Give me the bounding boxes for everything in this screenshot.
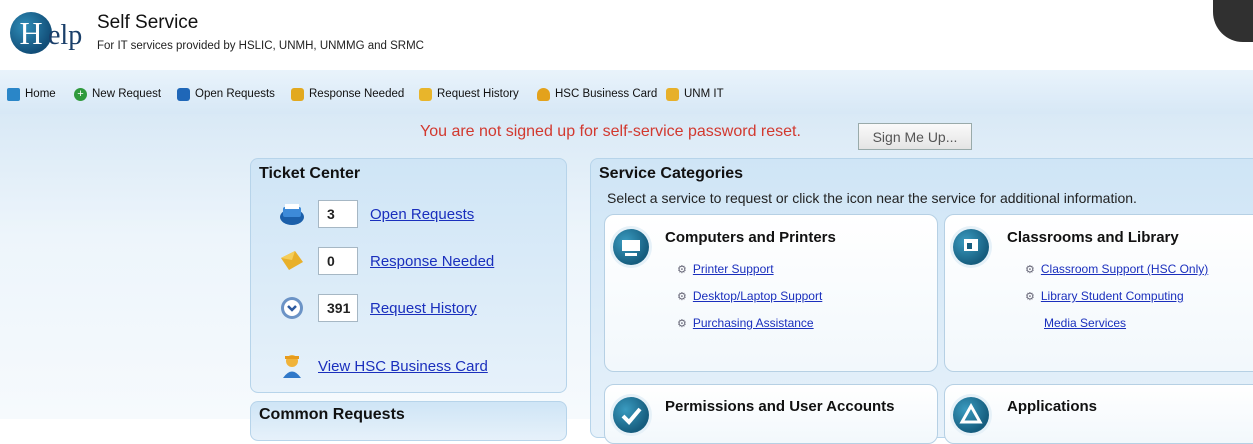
card-title: Permissions and User Accounts — [665, 398, 895, 415]
service-info-icon[interactable]: ⚙ — [677, 317, 687, 330]
service-link[interactable]: Classroom Support (HSC Only) — [1041, 262, 1208, 276]
nav-label: UNM IT — [684, 88, 724, 100]
service-item: ⚙ Classroom Support (HSC Only) — [1025, 262, 1208, 276]
service-item: ⚙ Printer Support — [677, 262, 774, 276]
service-item: Media Services — [1044, 316, 1126, 330]
card-title: Applications — [1007, 398, 1098, 415]
plus-circle-icon: + — [74, 87, 87, 101]
service-info-icon[interactable]: ⚙ — [677, 263, 687, 276]
nav-label: Request History — [437, 88, 519, 100]
person-icon — [537, 87, 550, 101]
folder-icon — [419, 87, 432, 101]
clock-icon — [281, 297, 303, 319]
inbox-icon — [280, 204, 304, 225]
view-business-card-link[interactable]: View HSC Business Card — [318, 358, 488, 375]
envelope-icon — [281, 251, 303, 270]
nav-new-request[interactable]: + New Request — [74, 86, 161, 102]
nav-label: Home — [25, 88, 56, 100]
logo-circle: H — [10, 12, 52, 54]
nav-open-requests[interactable]: Open Requests — [177, 86, 275, 102]
category-card-applications: Applications — [944, 384, 1253, 444]
header: H elp Self Service For IT services provi… — [0, 0, 1253, 68]
open-requests-link[interactable]: Open Requests — [370, 206, 474, 223]
nav-request-history[interactable]: Request History — [419, 86, 519, 102]
open-requests-count: 3 — [318, 200, 358, 228]
nav-label: New Request — [92, 88, 162, 100]
category-card-permissions: Permissions and User Accounts — [604, 384, 938, 444]
common-requests-panel: Common Requests — [250, 401, 567, 441]
service-item: ⚙ Desktop/Laptop Support — [677, 289, 822, 303]
pointing-hand-icon — [666, 87, 679, 101]
nav-home[interactable]: Home — [7, 86, 56, 102]
service-link[interactable]: Media Services — [1044, 316, 1126, 330]
category-card-classrooms: Classrooms and Library ⚙ Classroom Suppor… — [944, 214, 1253, 372]
ticket-row-business-card: View HSC Business Card — [279, 351, 488, 381]
nav-label: HSC Business Card — [555, 88, 658, 100]
service-link[interactable]: Library Student Computing — [1041, 289, 1184, 303]
nav-bar: Home + New Request Open Requests Respons… — [0, 70, 1253, 114]
service-item: ⚙ Library Student Computing — [1025, 289, 1184, 303]
person-icon — [283, 355, 301, 378]
service-categories-title: Service Categories — [599, 165, 744, 182]
ticket-center-panel: Ticket Center 3 Open Requests 0 Response… — [250, 158, 567, 393]
nav-label: Open Requests — [195, 88, 275, 100]
category-card-computers: Computers and Printers ⚙ Printer Support … — [604, 214, 938, 372]
service-link[interactable]: Purchasing Assistance — [693, 316, 814, 330]
app-subtitle: For IT services provided by HSLIC, UNMH,… — [97, 40, 424, 52]
service-link[interactable]: Printer Support — [693, 262, 774, 276]
service-categories-instructions: Select a service to request or click the… — [607, 190, 1137, 206]
nav-unm-it[interactable]: UNM IT — [666, 86, 724, 102]
logo-text: elp — [48, 20, 83, 51]
response-needed-link[interactable]: Response Needed — [370, 253, 494, 270]
inbox-icon — [177, 87, 190, 101]
card-title: Classrooms and Library — [1007, 229, 1179, 246]
app-title: Self Service — [97, 12, 199, 33]
corner-decoration — [1213, 0, 1253, 42]
app-store-icon[interactable] — [953, 397, 989, 433]
response-needed-count: 0 — [318, 247, 358, 275]
help-logo[interactable]: H elp — [10, 8, 100, 60]
password-reset-alert: You are not signed up for self-service p… — [420, 123, 801, 140]
card-title: Computers and Printers — [665, 229, 836, 246]
sign-me-up-button[interactable]: Sign Me Up... — [858, 123, 972, 150]
home-icon — [7, 87, 20, 101]
request-history-count: 391 — [318, 294, 358, 322]
nav-label: Response Needed — [309, 88, 405, 100]
envelope-icon — [291, 87, 304, 101]
request-history-link[interactable]: Request History — [370, 300, 477, 317]
service-link[interactable]: Desktop/Laptop Support — [693, 289, 822, 303]
service-info-icon[interactable]: ⚙ — [677, 290, 687, 303]
common-requests-title: Common Requests — [259, 406, 405, 423]
service-info-icon[interactable]: ⚙ — [1025, 290, 1035, 303]
ticket-row-open: 3 Open Requests — [279, 199, 474, 229]
computer-icon[interactable] — [613, 229, 649, 265]
ticket-row-response: 0 Response Needed — [279, 246, 494, 276]
ticket-row-history: 391 Request History — [279, 293, 477, 323]
service-info-icon[interactable]: ⚙ — [1025, 263, 1035, 276]
checkmark-icon[interactable] — [613, 397, 649, 433]
presentation-icon[interactable] — [953, 229, 989, 265]
nav-response-needed[interactable]: Response Needed — [291, 86, 404, 102]
ticket-center-title: Ticket Center — [259, 165, 361, 182]
nav-hsc-business-card[interactable]: HSC Business Card — [537, 86, 657, 102]
service-item: ⚙ Purchasing Assistance — [677, 316, 814, 330]
